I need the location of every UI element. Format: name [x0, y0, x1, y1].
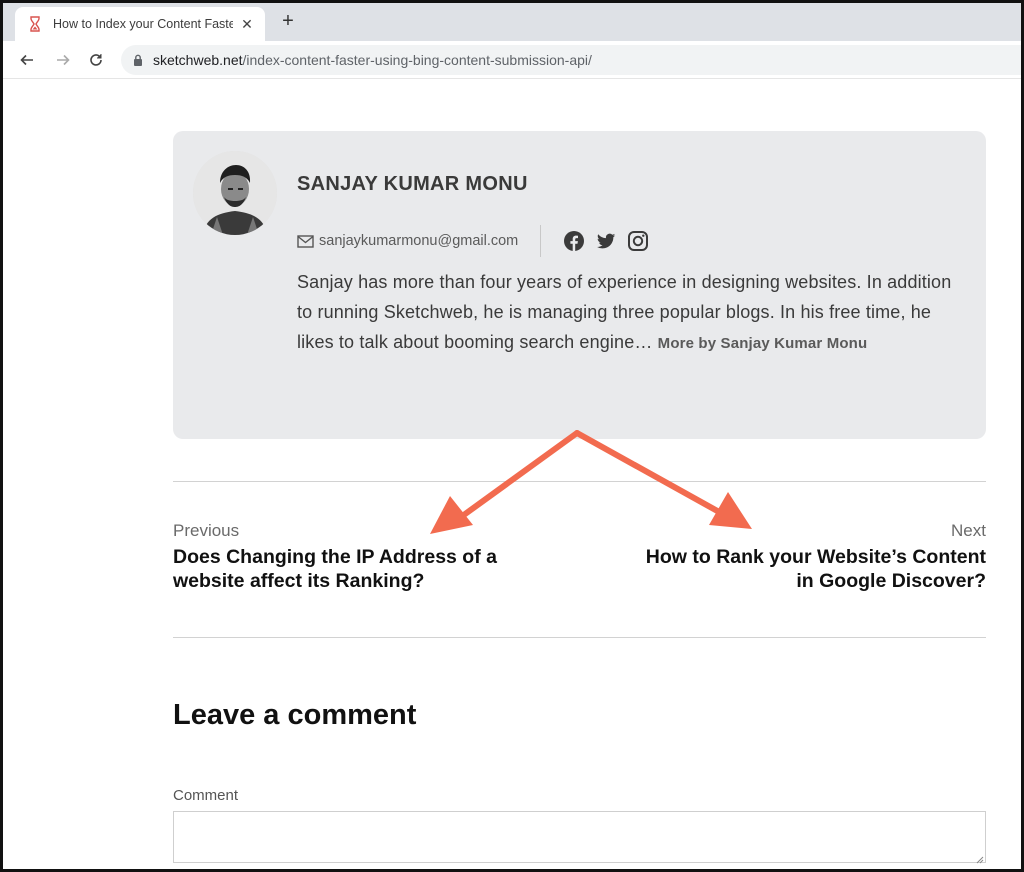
browser-toolbar: sketchweb.net/index-content-faster-using… — [3, 41, 1021, 79]
author-box: SANJAY KUMAR MONU sanjaykumarmonu@gmail.… — [173, 131, 986, 439]
social-links — [563, 230, 649, 252]
browser-window: How to Index your Content Faste ✕ + sket… — [0, 0, 1024, 872]
mail-icon — [297, 234, 314, 248]
divider-bottom — [173, 637, 986, 638]
reload-icon[interactable] — [86, 50, 106, 70]
author-contact-row: sanjaykumarmonu@gmail.com — [297, 223, 649, 259]
author-name: SANJAY KUMAR MONU — [297, 173, 528, 195]
divider-top — [173, 481, 986, 482]
more-by-author-link[interactable]: More by Sanjay Kumar Monu — [658, 335, 868, 352]
tab-title: How to Index your Content Faste — [53, 17, 233, 31]
hourglass-favicon-icon — [27, 16, 43, 32]
next-label: Next — [951, 521, 986, 540]
author-avatar — [193, 151, 277, 235]
meta-divider — [540, 225, 542, 257]
previous-label: Previous — [173, 521, 240, 540]
next-post-title: How to Rank your Website’s Content in Go… — [645, 546, 986, 592]
previous-post-link[interactable]: Previous Does Changing the IP Address of… — [173, 521, 553, 593]
author-email-link[interactable]: sanjaykumarmonu@gmail.com — [319, 233, 518, 249]
forward-arrow-icon[interactable] — [53, 50, 73, 70]
twitter-icon[interactable] — [595, 230, 617, 252]
url-text: sketchweb.net/index-content-faster-using… — [153, 52, 592, 68]
previous-post-title: Does Changing the IP Address of a websit… — [173, 546, 497, 592]
author-bio: Sanjay has more than four years of exper… — [297, 267, 969, 359]
url-path: /index-content-faster-using-bing-content… — [242, 52, 592, 68]
address-bar[interactable]: sketchweb.net/index-content-faster-using… — [121, 45, 1021, 75]
browser-tab[interactable]: How to Index your Content Faste ✕ — [15, 7, 265, 41]
next-post-link[interactable]: Next How to Rank your Website’s Content … — [643, 521, 986, 593]
resize-grip-icon[interactable] — [974, 851, 984, 864]
url-domain: sketchweb.net — [153, 52, 243, 68]
comment-textarea[interactable] — [173, 811, 986, 863]
facebook-icon[interactable] — [563, 230, 585, 252]
back-arrow-icon[interactable] — [17, 50, 37, 70]
comment-heading: Leave a comment — [173, 699, 417, 731]
instagram-icon[interactable] — [627, 230, 649, 252]
lock-icon — [131, 53, 145, 67]
comment-field-label: Comment — [173, 787, 239, 804]
arrow-to-previous — [430, 430, 580, 534]
new-tab-button[interactable]: + — [277, 11, 299, 33]
close-tab-icon[interactable]: ✕ — [239, 16, 255, 33]
tab-bar: How to Index your Content Faste ✕ + — [3, 3, 1021, 41]
